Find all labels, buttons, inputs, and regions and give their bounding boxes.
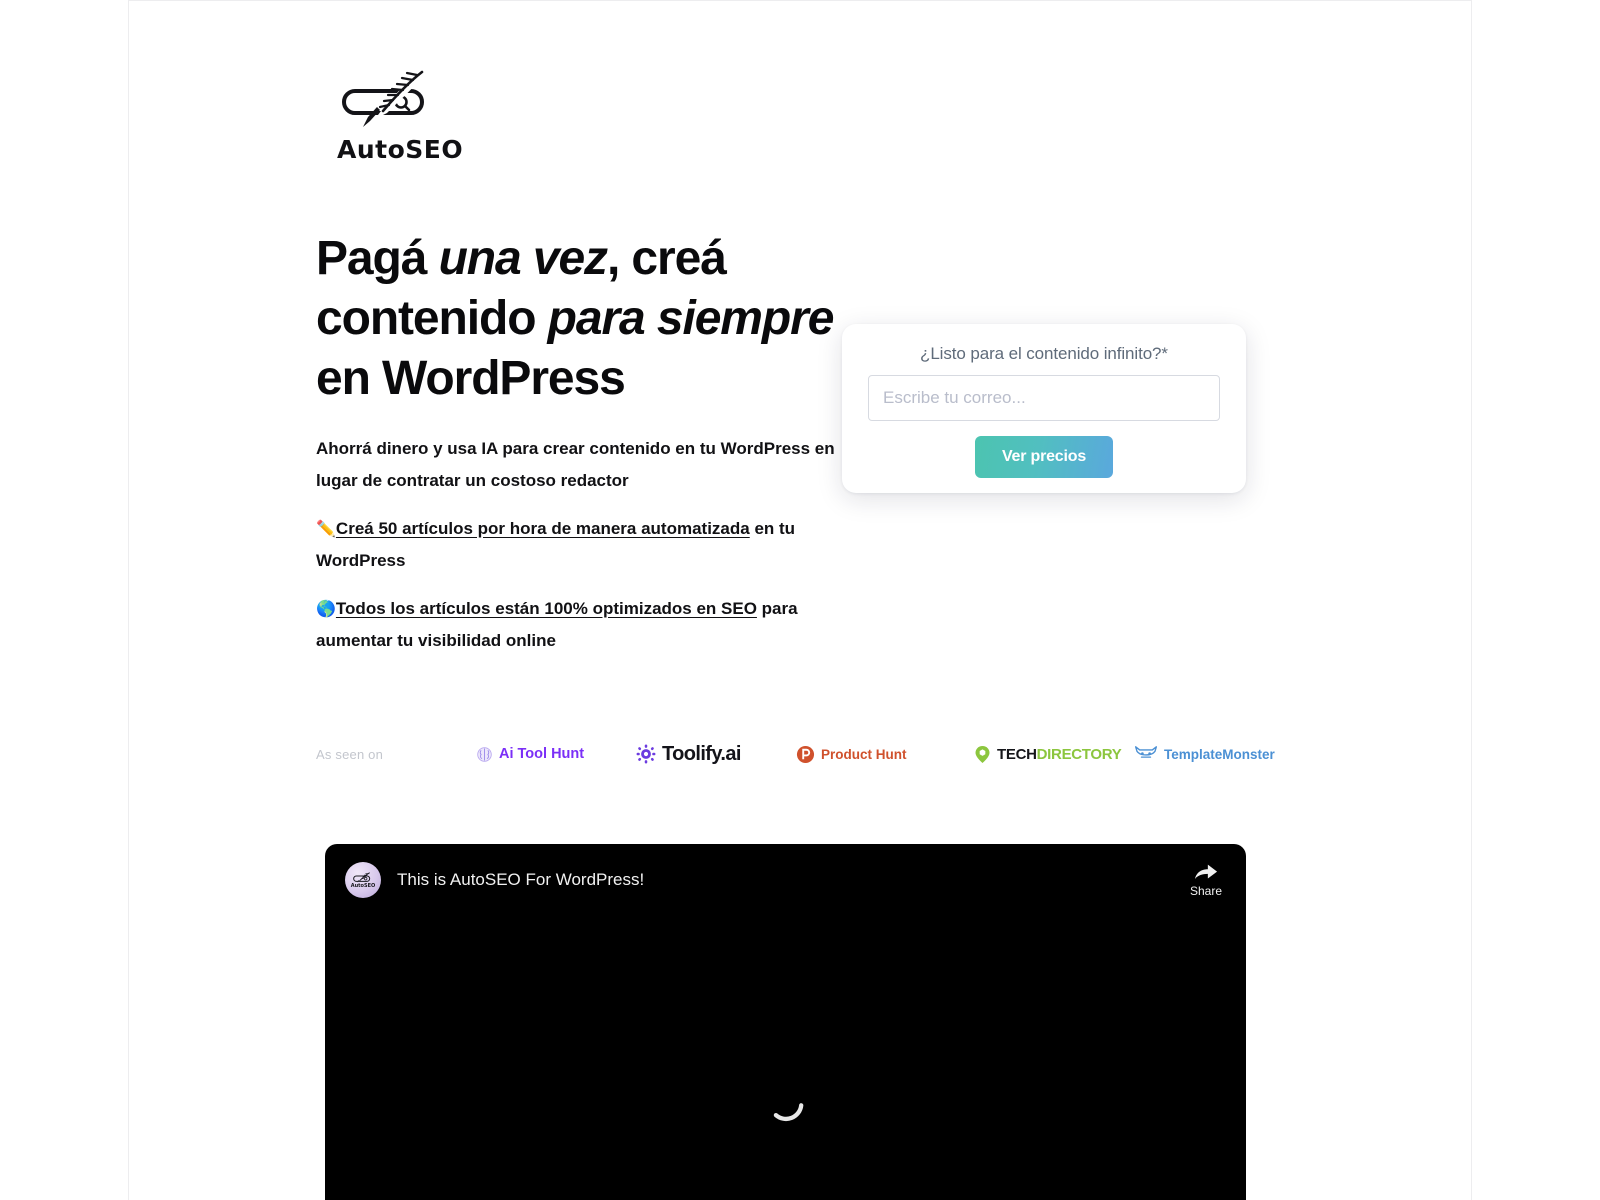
hero-feature-1: ✏️Creá 50 artículos por hora de manera a… [316,513,841,577]
video-topbar: AutoSEO This is AutoSEO For WordPress! S… [325,844,1246,916]
video-title: This is AutoSEO For WordPress! [397,870,645,889]
signup-card: ¿Listo para el contenido infinito?* Ver … [842,324,1246,493]
channel-avatar[interactable]: AutoSEO [345,862,381,898]
press-logos-strip: As seen on Ai Tool Hunt Toolify.ai Produ… [316,739,1326,769]
share-button[interactable]: Share [1190,863,1228,898]
brain-icon [477,746,492,762]
press-logo-ai-tool-hunt-label: Ai Tool Hunt [499,746,585,762]
page-title: Pagá una vez, creá contenido para siempr… [316,229,856,409]
loading-spinner [773,1103,803,1122]
page-title-part-0: Pagá [316,232,439,285]
press-label: As seen on [316,746,384,762]
hero-feature-1-highlight: Creá 50 artículos por hora de manera aut… [335,519,750,538]
signup-card-title: ¿Listo para el contenido infinito?* [920,344,1168,363]
hero-feature-2: 🌎Todos los artículos están 100% optimiza… [316,593,841,657]
share-label: Share [1189,883,1222,898]
page-title-part-1: una vez [438,232,608,285]
location-pin-icon [975,745,990,763]
feather-pen-magnifier-icon [342,70,425,127]
press-logo-tech-directory-label: TECHDIRECTORY [997,745,1122,763]
product-hunt-p-icon [796,745,815,763]
share-arrow-icon [1194,864,1218,879]
press-logo-product-hunt-label: Product Hunt [821,746,907,762]
monster-face-icon [1134,746,1158,758]
press-logo-tech-directory-label-a: TECH [997,745,1037,763]
press-logo-template-monster-label: TemplateMonster [1164,746,1275,762]
video-player[interactable]: AutoSEO This is AutoSEO For WordPress! S… [325,844,1246,1200]
press-logo-tech-directory-label-b: DIRECTORY [1036,745,1122,763]
hero-subcopy: Ahorrá dinero y usa IA para crear conten… [316,439,835,490]
press-logo-product-hunt[interactable]: Product Hunt [796,745,974,764]
hero-feature-2-highlight: Todos los artículos están 100% optimizad… [335,599,757,618]
press-logo-ai-tool-hunt[interactable]: Ai Tool Hunt [476,746,636,763]
brand-wordmark: AutoSEO [337,135,464,164]
email-field[interactable] [868,375,1220,421]
press-logo-toolify-label: Toolify.ai [662,742,741,765]
press-logo-template-monster[interactable]: TemplateMonster [1134,745,1294,763]
globe-emoji: 🌎 [316,599,336,618]
press-logo-tech-directory[interactable]: TECHDIRECTORY [974,745,1134,764]
gear-icon [636,744,656,764]
page-title-part-4: en WordPress [316,352,626,405]
press-logo-template-monster-label-a: Template [1164,747,1223,762]
page-title-part-3: para siempre [547,292,835,345]
page-frame: AutoSEO Pagá una vez, creá contenido par… [128,0,1472,1200]
view-pricing-button[interactable]: Ver precios [975,436,1113,478]
pencil-emoji: ✏️ [316,519,336,538]
brand-logo[interactable]: AutoSEO [337,69,464,165]
press-logo-toolify[interactable]: Toolify.ai [636,743,796,766]
press-logo-template-monster-label-b: Monster [1222,747,1275,762]
channel-avatar-label: AutoSEO [350,882,376,889]
